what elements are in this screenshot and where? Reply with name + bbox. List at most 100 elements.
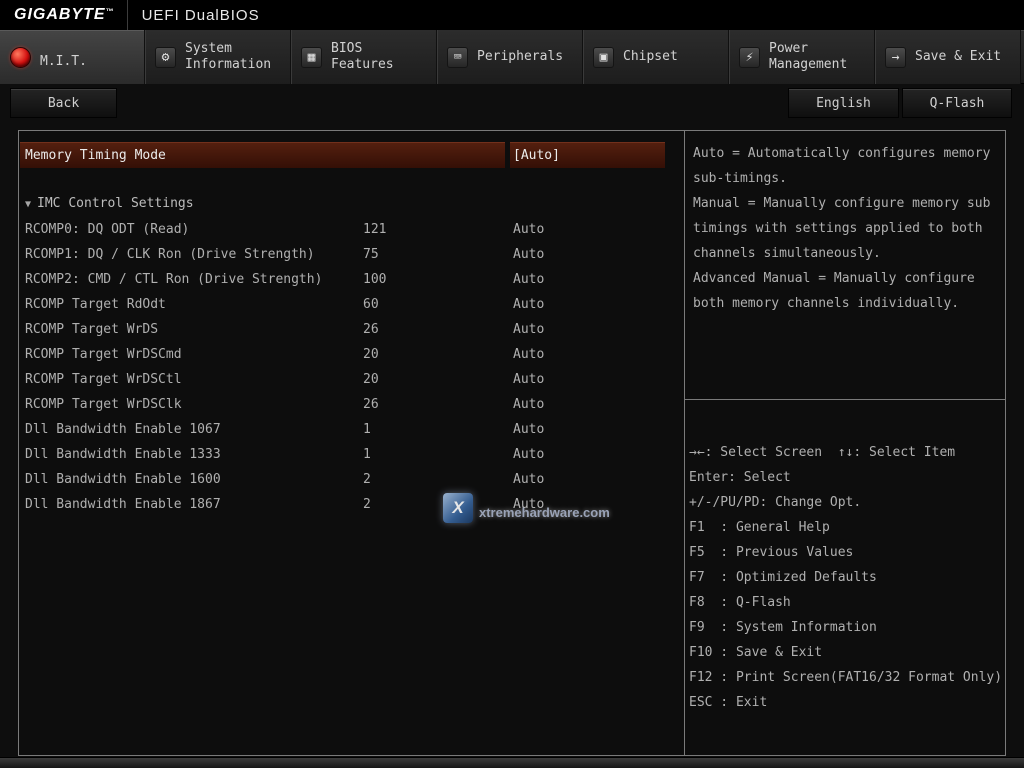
setting-mode: Auto [513,392,684,417]
shortcut-line: ESC : Exit [689,690,1005,715]
tab-system-information[interactable]: ⚙ System Information [145,30,291,84]
setting-label: RCOMP2: CMD / CTL Ron (Drive Strength) [25,267,363,292]
setting-mode: Auto [513,417,684,442]
collapse-triangle-icon: ▼ [25,199,31,210]
setting-row[interactable]: Dll Bandwidth Enable 1600 2 Auto [19,467,684,492]
tab-mit[interactable]: M.I.T. [0,30,145,84]
setting-label: RCOMP Target WrDS [25,317,363,342]
setting-value: 60 [363,292,513,317]
firmware-title: UEFI DualBIOS [128,7,260,24]
setting-value: 20 [363,342,513,367]
setting-mode: Auto [513,492,684,517]
setting-mode: Auto [513,292,684,317]
setting-row[interactable]: RCOMP0: DQ ODT (Read) 121 Auto [19,217,684,242]
help-text-line: Advanced Manual = Manually configure bot… [693,266,1001,316]
shortcut-line: →←: Select Screen ↑↓: Select Item [689,440,1005,465]
shortcut-line: F8 : Q-Flash [689,590,1005,615]
setting-mode: Auto [513,467,684,492]
setting-value: 121 [363,217,513,242]
setting-value: 26 [363,392,513,417]
exit-icon: → [885,47,906,68]
power-icon: ⚡ [739,47,760,68]
setting-value: 1 [363,442,513,467]
setting-mode: Auto [513,342,684,367]
help-panel: Auto = Automatically configures memory s… [685,131,1005,400]
shortcut-line: F12 : Print Screen(FAT16/32 Format Only) [689,665,1005,690]
qflash-button[interactable]: Q-Flash [902,88,1012,118]
setting-label: Dll Bandwidth Enable 1600 [25,467,363,492]
help-pane: Auto = Automatically configures memory s… [684,131,1005,755]
setting-row[interactable]: RCOMP Target WrDSClk 26 Auto [19,392,684,417]
setting-value[interactable]: [Auto] [510,142,665,168]
setting-value: 100 [363,267,513,292]
bios-screen: GIGABYTE™ UEFI DualBIOS M.I.T. ⚙ System … [0,0,1024,768]
tab-peripherals[interactable]: ⌨ Peripherals [437,30,583,84]
back-button[interactable]: Back [10,88,117,118]
shortcut-line: Enter: Select [689,465,1005,490]
setting-row[interactable]: RCOMP Target WrDSCtl 20 Auto [19,367,684,392]
peripherals-icon: ⌨ [447,47,468,68]
setting-row[interactable]: RCOMP1: DQ / CLK Ron (Drive Strength) 75… [19,242,684,267]
chipset-icon: ▣ [593,47,614,68]
setting-label: RCOMP Target WrDSCtl [25,367,363,392]
tab-label: System [185,41,271,57]
setting-label: RCOMP0: DQ ODT (Read) [25,217,363,242]
setting-label: RCOMP1: DQ / CLK Ron (Drive Strength) [25,242,363,267]
setting-row[interactable]: Dll Bandwidth Enable 1067 1 Auto [19,417,684,442]
setting-mode: Auto [513,367,684,392]
content-area: Memory Timing Mode [Auto] ▼ IMC Control S… [18,130,1006,756]
setting-label: RCOMP Target WrDSClk [25,392,363,417]
setting-label: RCOMP Target RdOdt [25,292,363,317]
setting-value: 2 [363,467,513,492]
language-button[interactable]: English [788,88,899,118]
tab-label: Save & Exit [915,49,1001,65]
shortcuts-panel: →←: Select Screen ↑↓: Select ItemEnter: … [685,400,1005,715]
tab-chipset[interactable]: ▣ Chipset [583,30,729,84]
top-bar: GIGABYTE™ UEFI DualBIOS [0,0,1024,30]
tab-label: Information [185,57,271,73]
setting-mode: Auto [513,317,684,342]
settings-list: RCOMP0: DQ ODT (Read) 121 Auto RCOMP1: D… [19,217,684,517]
section-header-imc[interactable]: ▼ IMC Control Settings [19,191,684,217]
tab-save-exit[interactable]: → Save & Exit [875,30,1021,84]
setting-value: 2 [363,492,513,517]
setting-mode: Auto [513,217,684,242]
setting-value: 20 [363,367,513,392]
setting-row[interactable]: RCOMP Target WrDSCmd 20 Auto [19,342,684,367]
setting-mode: Auto [513,267,684,292]
tab-label: Peripherals [477,49,563,65]
setting-row[interactable]: RCOMP Target RdOdt 60 Auto [19,292,684,317]
shortcut-line: F9 : System Information [689,615,1005,640]
tab-label: Management [769,57,847,73]
setting-value: 75 [363,242,513,267]
section-title: IMC Control Settings [37,196,194,211]
tab-power-management[interactable]: ⚡ Power Management [729,30,875,84]
tab-label: M.I.T. [40,54,87,70]
setting-row-selected[interactable]: Memory Timing Mode [Auto] [20,142,665,168]
help-text-line: Auto = Automatically configures memory s… [693,141,1001,191]
brand-text: GIGABYTE [14,6,106,24]
settings-pane: Memory Timing Mode [Auto] ▼ IMC Control S… [19,131,684,755]
setting-row[interactable]: Dll Bandwidth Enable 1867 2 Auto [19,492,684,517]
setting-row[interactable]: Dll Bandwidth Enable 1333 1 Auto [19,442,684,467]
bios-features-icon: ▦ [301,47,322,68]
setting-row[interactable]: RCOMP Target WrDS 26 Auto [19,317,684,342]
setting-value: 1 [363,417,513,442]
mit-logo-icon [10,47,31,68]
setting-label: RCOMP Target WrDSCmd [25,342,363,367]
gear-icon: ⚙ [155,47,176,68]
setting-row[interactable]: RCOMP2: CMD / CTL Ron (Drive Strength) 1… [19,267,684,292]
shortcut-line: F5 : Previous Values [689,540,1005,565]
tab-label: Features [331,57,394,73]
tab-label: Chipset [623,49,678,65]
trademark-symbol: ™ [106,7,115,16]
tab-label: BIOS [331,41,394,57]
help-text-line: Manual = Manually configure memory sub t… [693,191,1001,266]
setting-mode: Auto [513,442,684,467]
shortcut-line: F1 : General Help [689,515,1005,540]
tab-bios-features[interactable]: ▦ BIOS Features [291,30,437,84]
shortcut-line: F7 : Optimized Defaults [689,565,1005,590]
gigabyte-logo: GIGABYTE™ [0,6,127,24]
tab-bar: M.I.T. ⚙ System Information ▦ BIOS Featu… [0,30,1024,84]
setting-mode: Auto [513,242,684,267]
